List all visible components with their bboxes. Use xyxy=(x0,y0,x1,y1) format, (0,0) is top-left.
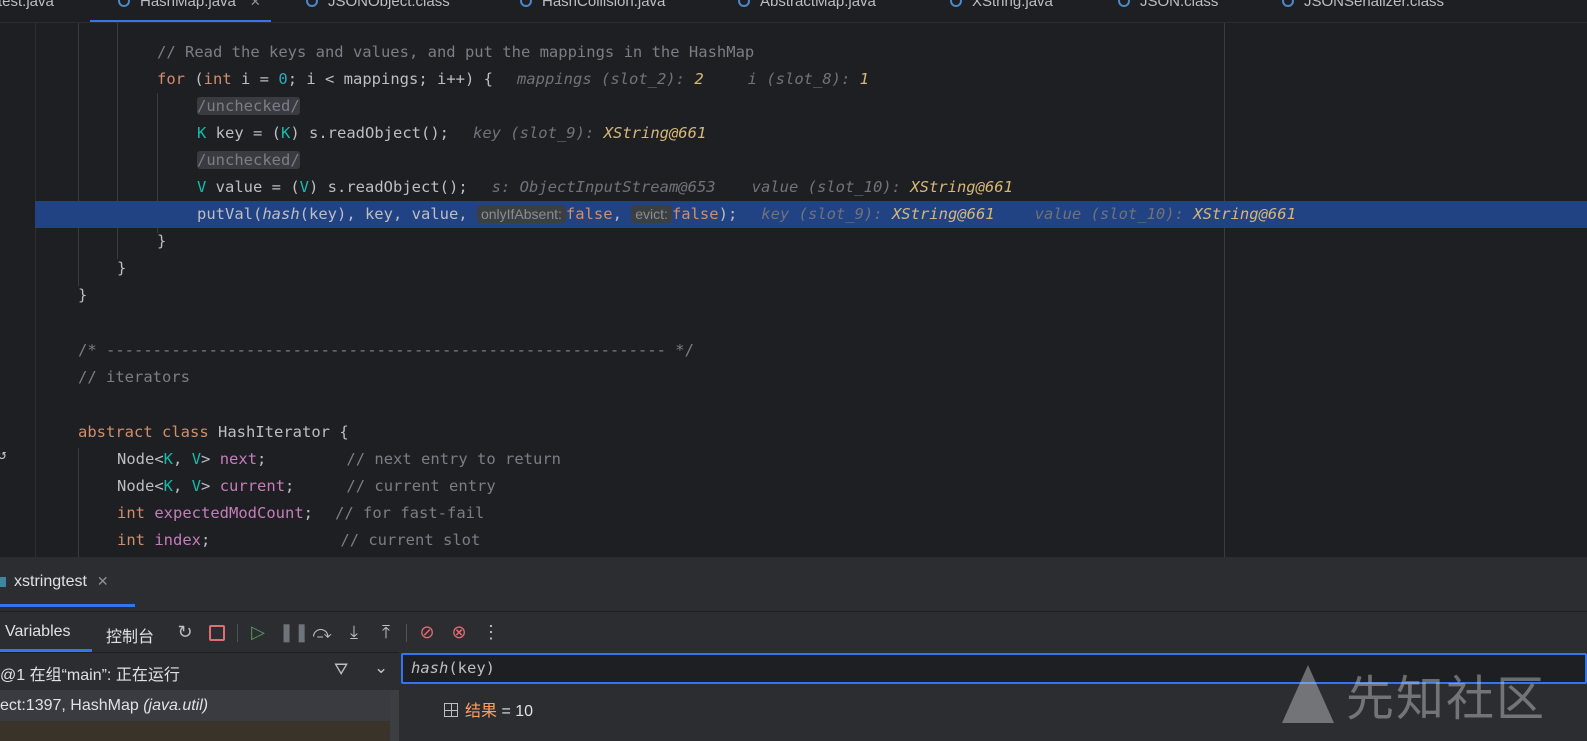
inline-debug-value: i (slot_8): xyxy=(747,70,851,88)
stack-frame-row[interactable] xyxy=(0,721,390,741)
result-icon xyxy=(444,703,458,717)
resume-icon[interactable]: ▷ xyxy=(247,621,269,643)
annotation-unchecked: /unchecked/ xyxy=(197,151,300,169)
inline-debug-value: value (slot_10): xyxy=(1034,205,1184,223)
run-config-icon xyxy=(0,577,6,587)
pause-icon[interactable]: ❚❚ xyxy=(279,621,309,643)
class-file-icon xyxy=(306,0,318,7)
inline-debug-value: s: ObjectInputStream@653 xyxy=(491,178,716,196)
tab-test-java[interactable]: test.java xyxy=(0,0,54,15)
mute-breakpoints-icon[interactable]: ⊗ xyxy=(448,621,470,643)
current-execution-line: putVal(hash(key), key, value, onlyIfAbse… xyxy=(35,201,1587,228)
code-line: Node<K, V> current;// current entry xyxy=(117,477,496,495)
annotation-unchecked: /unchecked/ xyxy=(197,97,300,115)
tab-abstractmap-java[interactable]: AbstractMap.java xyxy=(738,0,876,15)
active-tab-indicator xyxy=(0,604,135,607)
debug-session-tabs: xstringtest ✕ xyxy=(0,557,1587,607)
inline-debug-value: mappings (slot_2): xyxy=(517,70,685,88)
inline-debug-value: value (slot_10): xyxy=(751,178,901,196)
code-editor[interactable]: // Read the keys and values, and put the… xyxy=(0,23,1587,557)
editor-tab-bar: test.java HashMap.java ✕ JSONObject.class… xyxy=(0,0,1587,23)
toolbar-separator xyxy=(406,624,407,642)
view-breakpoints-icon[interactable]: ⊘ xyxy=(416,621,438,643)
class-file-icon xyxy=(1118,0,1130,7)
parameter-hint: evict: xyxy=(631,205,672,223)
tab-jsonobject-class[interactable]: JSONObject.class xyxy=(306,0,450,15)
code-line: } xyxy=(157,232,167,250)
filter-icon[interactable]: ⛛ xyxy=(334,660,348,680)
more-options-icon[interactable]: ⋮ xyxy=(480,621,502,643)
tab-json-class[interactable]: JSON.class xyxy=(1118,0,1218,15)
code-line: /unchecked/ xyxy=(0,147,1587,174)
evaluation-result[interactable]: 结果 = 10 xyxy=(444,697,533,721)
code-line: /unchecked/ xyxy=(0,93,1587,120)
step-out-icon[interactable]: ⤒ xyxy=(375,621,397,643)
java-file-icon xyxy=(738,0,750,7)
tab-xstring-java[interactable]: XString.java xyxy=(950,0,1053,15)
code-line: /* -------------------------------------… xyxy=(78,341,694,359)
code-line: V value = (V) s.readObject(); s: ObjectIn… xyxy=(197,178,1013,196)
java-file-icon xyxy=(950,0,962,7)
watermark-logo: 先知社区 xyxy=(1282,659,1546,729)
frames-scrollbar[interactable] xyxy=(390,690,399,741)
debug-tool-window: xstringtest ✕ Variables 控制台 ↻ ▷ ❚❚ ⤼ ⤓ ⤒ … xyxy=(0,557,1587,741)
rerun-icon[interactable]: ↻ xyxy=(174,621,196,643)
parameter-hint: onlyIfAbsent: xyxy=(476,205,566,223)
code-line: // Read the keys and values, and put the… xyxy=(157,43,755,61)
step-over-icon[interactable]: ⤼ xyxy=(311,621,333,643)
code-line: int index;// current slot xyxy=(117,531,481,549)
step-into-icon[interactable]: ⤓ xyxy=(343,621,365,643)
stop-icon[interactable] xyxy=(206,621,228,643)
tab-console[interactable]: 控制台 xyxy=(106,623,154,647)
class-file-icon xyxy=(1282,0,1294,7)
code-line: // iterators xyxy=(78,368,190,386)
session-tab-xstringtest[interactable]: xstringtest ✕ xyxy=(0,573,109,591)
inline-debug-value: key (slot_9): xyxy=(472,124,595,142)
code-line: abstract class HashIterator { xyxy=(78,423,349,441)
code-line: int expectedModCount;// for fast-fail xyxy=(117,504,485,522)
close-icon[interactable]: ✕ xyxy=(250,0,261,9)
code-line: } xyxy=(78,286,88,304)
code-line: Node<K, V> next;// next entry to return xyxy=(117,450,562,468)
java-file-icon xyxy=(118,0,130,7)
tab-variables[interactable]: Variables xyxy=(5,623,71,641)
tab-hashmap-java[interactable]: HashMap.java ✕ xyxy=(90,0,271,22)
code-line: } xyxy=(117,259,127,277)
logo-icon xyxy=(1282,665,1334,723)
tab-jsonserializer-class[interactable]: JSONSerializer.class xyxy=(1282,0,1444,15)
code-line: K key = (K) s.readObject(); key (slot_9):… xyxy=(197,124,707,142)
stack-frame-row[interactable]: ect:1397, HashMap (java.util) xyxy=(0,690,390,721)
close-icon[interactable]: ✕ xyxy=(97,573,109,589)
java-file-icon xyxy=(520,0,532,7)
debug-toolbar: Variables 控制台 ↻ ▷ ❚❚ ⤼ ⤓ ⤒ ⊘ ⊗ ⋮ xyxy=(0,611,1587,652)
thread-selector[interactable]: @1 在组“main”: 正在运行 ⛛ ⌄ xyxy=(0,652,399,689)
tab-hashcollision-java[interactable]: HashCollision.java xyxy=(520,0,665,15)
inline-debug-value: key (slot_9): xyxy=(761,205,883,223)
chevron-down-icon[interactable]: ⌄ xyxy=(374,658,388,678)
code-line: for (int i = 0; i < mappings; i++) {mapp… xyxy=(157,70,870,88)
toolbar-separator xyxy=(237,624,238,642)
